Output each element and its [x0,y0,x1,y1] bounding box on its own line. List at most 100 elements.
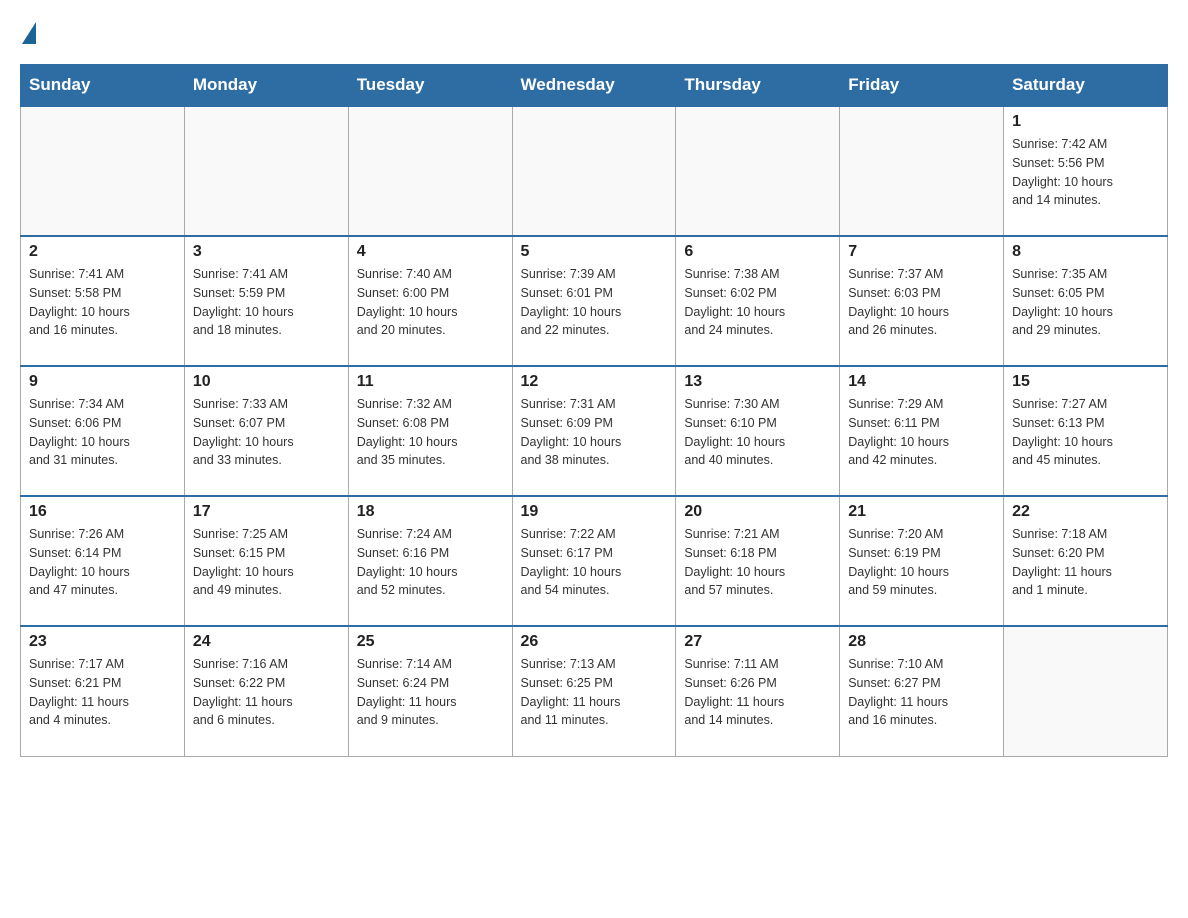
calendar-header-tuesday: Tuesday [348,65,512,107]
calendar-cell: 20 Sunrise: 7:21 AM Sunset: 6:18 PM Dayli… [676,496,840,626]
day-info: Sunrise: 7:40 AM Sunset: 6:00 PM Dayligh… [357,265,504,340]
calendar-header-wednesday: Wednesday [512,65,676,107]
day-info: Sunrise: 7:16 AM Sunset: 6:22 PM Dayligh… [193,655,340,730]
calendar-cell: 8 Sunrise: 7:35 AM Sunset: 6:05 PM Daylig… [1004,236,1168,366]
day-number: 11 [357,373,504,391]
calendar-cell: 5 Sunrise: 7:39 AM Sunset: 6:01 PM Daylig… [512,236,676,366]
day-info: Sunrise: 7:21 AM Sunset: 6:18 PM Dayligh… [684,525,831,600]
day-info: Sunrise: 7:26 AM Sunset: 6:14 PM Dayligh… [29,525,176,600]
day-number: 5 [521,243,668,261]
day-info: Sunrise: 7:41 AM Sunset: 5:59 PM Dayligh… [193,265,340,340]
day-number: 3 [193,243,340,261]
calendar-cell: 27 Sunrise: 7:11 AM Sunset: 6:26 PM Dayli… [676,626,840,756]
week-row-3: 9 Sunrise: 7:34 AM Sunset: 6:06 PM Daylig… [21,366,1168,496]
day-info: Sunrise: 7:13 AM Sunset: 6:25 PM Dayligh… [521,655,668,730]
calendar-cell [676,106,840,236]
day-number: 28 [848,633,995,651]
day-number: 24 [193,633,340,651]
calendar-header-row: SundayMondayTuesdayWednesdayThursdayFrid… [21,65,1168,107]
day-info: Sunrise: 7:32 AM Sunset: 6:08 PM Dayligh… [357,395,504,470]
day-number: 10 [193,373,340,391]
calendar-cell: 19Sunrise: 7:22 AM Sunset: 6:17 PM Dayli… [512,496,676,626]
calendar-cell: 10 Sunrise: 7:33 AM Sunset: 6:07 PM Dayli… [184,366,348,496]
day-info: Sunrise: 7:39 AM Sunset: 6:01 PM Dayligh… [521,265,668,340]
calendar-cell: 6 Sunrise: 7:38 AM Sunset: 6:02 PM Daylig… [676,236,840,366]
day-info: Sunrise: 7:18 AM Sunset: 6:20 PM Dayligh… [1012,525,1159,600]
day-number: 9 [29,373,176,391]
day-number: 13 [684,373,831,391]
day-number: 4 [357,243,504,261]
day-info: Sunrise: 7:38 AM Sunset: 6:02 PM Dayligh… [684,265,831,340]
day-info: Sunrise: 7:20 AM Sunset: 6:19 PM Dayligh… [848,525,995,600]
calendar-cell [21,106,185,236]
day-info: Sunrise: 7:41 AM Sunset: 5:58 PM Dayligh… [29,265,176,340]
day-number: 12 [521,373,668,391]
calendar-cell: 14 Sunrise: 7:29 AM Sunset: 6:11 PM Dayli… [840,366,1004,496]
day-info: Sunrise: 7:34 AM Sunset: 6:06 PM Dayligh… [29,395,176,470]
day-info: Sunrise: 7:35 AM Sunset: 6:05 PM Dayligh… [1012,265,1159,340]
day-info: Sunrise: 7:29 AM Sunset: 6:11 PM Dayligh… [848,395,995,470]
day-number: 1 [1012,113,1159,131]
day-number: 22 [1012,503,1159,521]
day-number: 17 [193,503,340,521]
calendar-cell: 17 Sunrise: 7:25 AM Sunset: 6:15 PM Dayli… [184,496,348,626]
calendar-cell: 7 Sunrise: 7:37 AM Sunset: 6:03 PM Daylig… [840,236,1004,366]
day-number: 23 [29,633,176,651]
calendar-cell: 16 Sunrise: 7:26 AM Sunset: 6:14 PM Dayli… [21,496,185,626]
day-info: Sunrise: 7:11 AM Sunset: 6:26 PM Dayligh… [684,655,831,730]
calendar-cell: 26 Sunrise: 7:13 AM Sunset: 6:25 PM Dayli… [512,626,676,756]
day-number: 7 [848,243,995,261]
calendar-header-friday: Friday [840,65,1004,107]
day-info: Sunrise: 7:24 AM Sunset: 6:16 PM Dayligh… [357,525,504,600]
calendar-cell: 13Sunrise: 7:30 AM Sunset: 6:10 PM Dayli… [676,366,840,496]
calendar-header-saturday: Saturday [1004,65,1168,107]
day-info: Sunrise: 7:31 AM Sunset: 6:09 PM Dayligh… [521,395,668,470]
day-number: 15 [1012,373,1159,391]
day-info: Sunrise: 7:42 AM Sunset: 5:56 PM Dayligh… [1012,135,1159,210]
calendar-table: SundayMondayTuesdayWednesdayThursdayFrid… [20,64,1168,757]
logo [20,20,36,44]
day-number: 6 [684,243,831,261]
day-number: 21 [848,503,995,521]
week-row-4: 16 Sunrise: 7:26 AM Sunset: 6:14 PM Dayli… [21,496,1168,626]
calendar-cell: 12 Sunrise: 7:31 AM Sunset: 6:09 PM Dayli… [512,366,676,496]
day-number: 20 [684,503,831,521]
day-info: Sunrise: 7:10 AM Sunset: 6:27 PM Dayligh… [848,655,995,730]
week-row-1: 1 Sunrise: 7:42 AM Sunset: 5:56 PM Daylig… [21,106,1168,236]
calendar-cell: 23 Sunrise: 7:17 AM Sunset: 6:21 PM Dayli… [21,626,185,756]
calendar-cell: 4 Sunrise: 7:40 AM Sunset: 6:00 PM Daylig… [348,236,512,366]
calendar-cell: 9 Sunrise: 7:34 AM Sunset: 6:06 PM Daylig… [21,366,185,496]
calendar-header-monday: Monday [184,65,348,107]
calendar-cell: 22 Sunrise: 7:18 AM Sunset: 6:20 PM Dayli… [1004,496,1168,626]
day-info: Sunrise: 7:17 AM Sunset: 6:21 PM Dayligh… [29,655,176,730]
day-info: Sunrise: 7:37 AM Sunset: 6:03 PM Dayligh… [848,265,995,340]
day-number: 8 [1012,243,1159,261]
week-row-5: 23 Sunrise: 7:17 AM Sunset: 6:21 PM Dayli… [21,626,1168,756]
calendar-cell [840,106,1004,236]
calendar-cell [184,106,348,236]
day-number: 2 [29,243,176,261]
page-header [20,20,1168,44]
calendar-cell: 28 Sunrise: 7:10 AM Sunset: 6:27 PM Dayli… [840,626,1004,756]
day-number: 14 [848,373,995,391]
week-row-2: 2 Sunrise: 7:41 AM Sunset: 5:58 PM Daylig… [21,236,1168,366]
day-number: 16 [29,503,176,521]
day-number: 27 [684,633,831,651]
calendar-cell: 21 Sunrise: 7:20 AM Sunset: 6:19 PM Dayli… [840,496,1004,626]
calendar-cell [1004,626,1168,756]
day-number: 26 [521,633,668,651]
calendar-cell: 18Sunrise: 7:24 AM Sunset: 6:16 PM Dayli… [348,496,512,626]
calendar-cell [512,106,676,236]
calendar-cell [348,106,512,236]
day-info: Sunrise: 7:27 AM Sunset: 6:13 PM Dayligh… [1012,395,1159,470]
logo-triangle-icon [22,22,36,44]
day-info: Sunrise: 7:25 AM Sunset: 6:15 PM Dayligh… [193,525,340,600]
calendar-header-thursday: Thursday [676,65,840,107]
day-info: Sunrise: 7:22 AM Sunset: 6:17 PM Dayligh… [521,525,668,600]
calendar-cell: 2 Sunrise: 7:41 AM Sunset: 5:58 PM Daylig… [21,236,185,366]
calendar-cell: 15 Sunrise: 7:27 AM Sunset: 6:13 PM Dayli… [1004,366,1168,496]
day-number: 25 [357,633,504,651]
calendar-cell: 1 Sunrise: 7:42 AM Sunset: 5:56 PM Daylig… [1004,106,1168,236]
calendar-cell: 24 Sunrise: 7:16 AM Sunset: 6:22 PM Dayli… [184,626,348,756]
day-info: Sunrise: 7:33 AM Sunset: 6:07 PM Dayligh… [193,395,340,470]
